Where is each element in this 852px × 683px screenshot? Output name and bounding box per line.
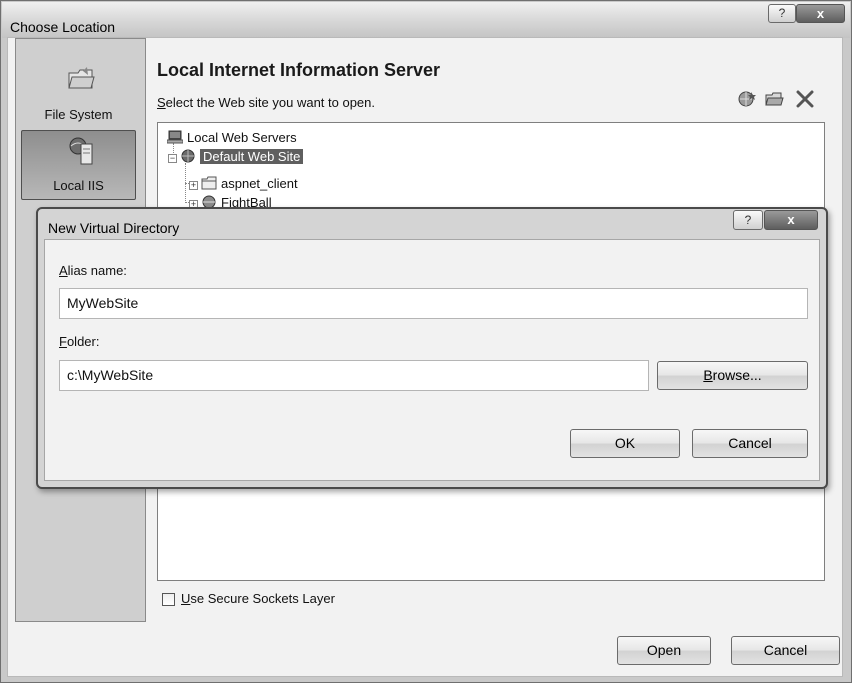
instruction-text: Select the Web site you want to open. xyxy=(157,95,376,110)
folder-field[interactable]: c:\MyWebSite xyxy=(59,360,649,391)
dialog-title: New Virtual Directory xyxy=(48,220,180,236)
title-bar[interactable]: Choose Location ? x xyxy=(2,2,850,38)
folder-icon xyxy=(201,176,217,190)
page-title: Local Internet Information Server xyxy=(157,60,441,80)
globe-icon xyxy=(181,149,195,163)
nav-item-label: File System xyxy=(44,107,113,122)
alias-name-field[interactable]: MyWebSite xyxy=(59,288,808,319)
new-virtual-directory-icon[interactable] xyxy=(764,90,784,108)
nav-item-file-system[interactable]: File System xyxy=(21,58,136,128)
new-virtual-directory-dialog: New Virtual Directory ? x Alias name: My… xyxy=(36,207,828,489)
help-button[interactable]: ? xyxy=(733,210,763,230)
ok-button[interactable]: OK xyxy=(570,429,680,458)
collapse-toggle[interactable]: − xyxy=(168,154,177,163)
secure-sockets-label[interactable]: Use Secure Sockets Layer xyxy=(181,591,335,606)
alias-label: Alias name: xyxy=(59,263,127,278)
iis-server-icon xyxy=(69,137,93,165)
close-button[interactable]: x xyxy=(764,210,818,230)
expand-toggle[interactable]: + xyxy=(189,181,198,190)
folder-label: Folder: xyxy=(59,334,100,349)
dialog-title: Choose Location xyxy=(10,19,116,35)
nav-item-label: Local IIS xyxy=(53,178,104,193)
nav-item-local-iis[interactable]: Local IIS xyxy=(21,130,136,200)
cancel-button[interactable]: Cancel xyxy=(731,636,840,665)
new-web-application-icon[interactable] xyxy=(737,90,757,108)
folder-icon xyxy=(68,67,95,89)
cancel-button[interactable]: Cancel xyxy=(692,429,808,458)
delete-icon[interactable] xyxy=(795,90,815,108)
secure-sockets-checkbox[interactable] xyxy=(162,593,175,606)
computer-icon xyxy=(167,130,183,144)
tree-item-local-web-servers[interactable]: Local Web Servers xyxy=(167,128,297,147)
help-button[interactable]: ? xyxy=(768,4,796,23)
tree-item-aspnet-client[interactable]: + aspnet_client xyxy=(189,174,298,193)
close-button[interactable]: x xyxy=(796,4,845,23)
dialog-body: Alias name: MyWebSite Folder: c:\MyWebSi… xyxy=(44,239,820,481)
open-button[interactable]: Open xyxy=(617,636,711,665)
browse-button[interactable]: Browse... xyxy=(657,361,808,390)
tree-item-default-web-site[interactable]: − Default Web Site xyxy=(168,147,304,166)
